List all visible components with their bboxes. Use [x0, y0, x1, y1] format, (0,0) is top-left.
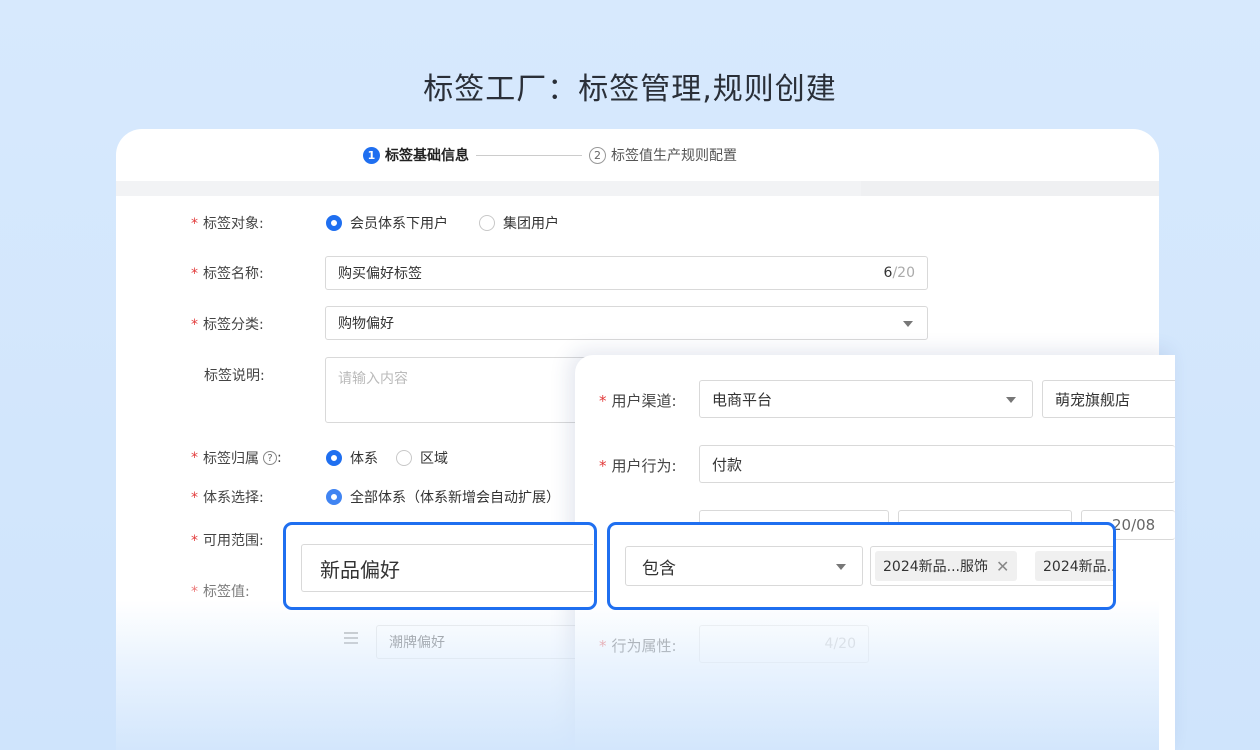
highlight-rule-condition: 包含 2024新品...服饰 ✕ 2024新品...	[607, 522, 1116, 610]
system-label: * 体系选择:	[191, 490, 264, 506]
radio-unchecked-icon	[396, 450, 412, 466]
category-select[interactable]: 购物偏好	[325, 306, 928, 340]
tag-name-input[interactable]: 购买偏好标签 6/20	[325, 256, 928, 290]
drag-handle-icon[interactable]	[344, 632, 358, 644]
behavior-select[interactable]: 付款	[699, 445, 1175, 483]
radio-all-systems[interactable]: 全部体系（体系新增会自动扩展）	[326, 487, 560, 507]
radio-group-users[interactable]: 集团用户	[479, 213, 559, 233]
char-max: /20	[892, 265, 915, 281]
step-2[interactable]: 2 标签值生产规则配置	[589, 145, 737, 165]
close-icon[interactable]: ✕	[996, 557, 1009, 576]
description-placeholder: 请输入内容	[338, 371, 408, 387]
step-1-number: 1	[363, 146, 380, 164]
radio-checked-icon	[326, 489, 342, 505]
attr-label: * 行为属性:	[599, 637, 677, 655]
tag-value-label: * 标签值:	[191, 584, 250, 600]
selected-tag: 2024新品...	[1035, 551, 1113, 581]
selected-tag: 2024新品...服饰 ✕	[875, 551, 1018, 581]
radio-checked-icon	[326, 450, 342, 466]
new-tag-value-input[interactable]: 新品偏好	[301, 544, 593, 592]
category-label: * 标签分类:	[191, 317, 264, 333]
name-label: * 标签名称:	[191, 266, 264, 282]
radio-region[interactable]: 区域	[396, 448, 448, 468]
behavior-label: * 用户行为:	[599, 457, 677, 475]
chevron-down-icon	[1006, 397, 1016, 403]
store-select[interactable]: 萌宠旗舰店	[1042, 380, 1175, 418]
help-icon[interactable]: ?	[263, 451, 277, 465]
divider-band	[116, 181, 1159, 196]
radio-system[interactable]: 体系	[326, 448, 378, 468]
attr-input[interactable]: 4/20	[699, 625, 869, 663]
radio-checked-icon	[326, 215, 342, 231]
attr-count: 4/20	[824, 636, 856, 652]
target-label: * 标签对象:	[191, 216, 264, 232]
step-connector	[476, 155, 582, 156]
belong-label: * 标签归属?:	[191, 450, 282, 467]
tag-multi-select[interactable]: 2024新品...服饰 ✕ 2024新品...	[870, 546, 1113, 586]
step-1-label: 标签基础信息	[385, 148, 469, 164]
step-2-number: 2	[589, 146, 606, 164]
page-title: 标签工厂：标签管理,规则创建	[423, 72, 837, 107]
step-1[interactable]: 1 标签基础信息	[363, 145, 469, 165]
description-label: 标签说明:	[204, 368, 265, 384]
operator-select[interactable]: 包含	[625, 546, 863, 586]
channel-select[interactable]: 电商平台	[699, 380, 1033, 418]
radio-member-users[interactable]: 会员体系下用户	[326, 213, 448, 233]
step-2-label: 标签值生产规则配置	[611, 148, 737, 164]
highlight-tag-value: 新品偏好	[283, 522, 597, 610]
channel-label: * 用户渠道:	[599, 392, 677, 410]
scope-label: * 可用范围:	[191, 533, 264, 549]
chevron-down-icon	[836, 564, 846, 570]
radio-unchecked-icon	[479, 215, 495, 231]
step-bar: 1 标签基础信息 2 标签值生产规则配置	[116, 129, 1159, 181]
chevron-down-icon	[903, 321, 913, 327]
